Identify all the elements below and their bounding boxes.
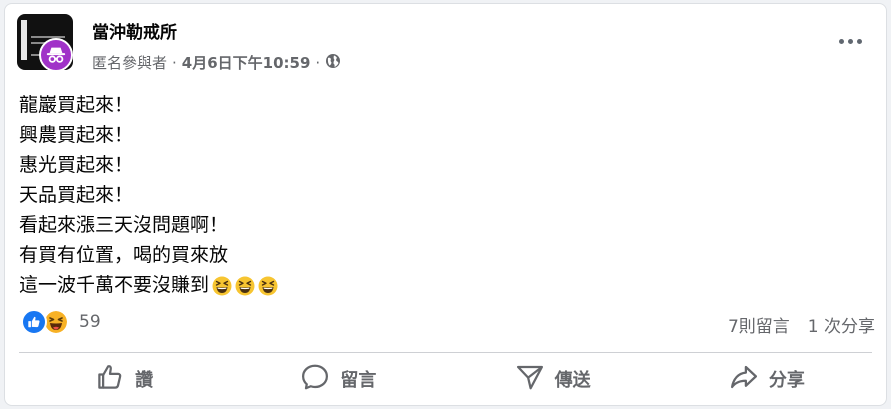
like-button[interactable]: 讚 — [17, 356, 231, 402]
thumbs-up-icon — [95, 362, 125, 397]
post-line: 看起來漲三天沒問題啊！ — [19, 214, 229, 236]
share-count-link[interactable]: 1 次分享 — [808, 312, 875, 337]
post-line: 龍巖買起來！ — [19, 94, 134, 116]
comment-label: 留言 — [340, 370, 377, 391]
share-label: 分享 — [768, 370, 805, 391]
page-avatar-graphic — [21, 20, 27, 60]
avatar[interactable] — [17, 14, 75, 72]
meta-separator: · — [315, 53, 321, 72]
post-line: 有買有位置，喝的買來放 — [19, 244, 229, 266]
more-options-icon[interactable] — [833, 28, 867, 54]
anonymous-icon — [39, 38, 73, 72]
share-button[interactable]: 分享 — [660, 356, 874, 402]
post-line: 惠光買起來！ — [19, 154, 134, 176]
post-meta: 匿名參與者 · 4月6日下午10:59 · — [92, 52, 341, 73]
comment-button[interactable]: 留言 — [231, 356, 445, 402]
author-name[interactable]: 匿名參與者 — [92, 52, 167, 73]
send-label: 傳送 — [554, 370, 591, 391]
share-arrow-icon — [729, 362, 759, 397]
post-card: 當沖勒戒所 匿名參與者 · 4月6日下午10:59 · 龍巖買起來！ 興農買起來… — [4, 3, 887, 406]
reaction-count: 59 — [79, 312, 101, 332]
post-text: 龍巖買起來！ 興農買起來！ 惠光買起來！ 天品買起來！ 看起來漲三天沒問題啊！ … — [19, 90, 278, 300]
engagement-stats: 7則留言 1 次分享 — [728, 312, 875, 337]
speech-bubble-icon — [300, 362, 330, 397]
globe-icon — [325, 53, 341, 73]
grinning-squinting-face-icon — [235, 276, 255, 295]
action-bar: 讚 留言 傳送 分享 — [17, 356, 874, 402]
post-line: 興農買起來！ — [19, 124, 134, 146]
post-timestamp[interactable]: 4月6日下午10:59 — [182, 52, 311, 73]
page-name[interactable]: 當沖勒戒所 — [92, 18, 177, 43]
post-line: 這一波千萬不要沒賺到 — [19, 274, 210, 296]
comment-count-link[interactable]: 7則留言 — [728, 312, 790, 337]
divider — [19, 352, 872, 353]
like-label: 讚 — [135, 370, 154, 391]
post-line-last: 這一波千萬不要沒賺到 — [19, 270, 278, 300]
meta-separator: · — [172, 53, 177, 72]
emoji-row — [209, 270, 278, 300]
grinning-squinting-face-icon — [212, 276, 232, 295]
reaction-summary[interactable]: 59 — [21, 309, 101, 335]
grinning-squinting-face-icon — [258, 276, 278, 295]
send-icon — [515, 362, 545, 397]
post-line: 天品買起來！ — [19, 184, 134, 206]
send-button[interactable]: 傳送 — [446, 356, 660, 402]
like-reaction-icon — [21, 309, 47, 335]
